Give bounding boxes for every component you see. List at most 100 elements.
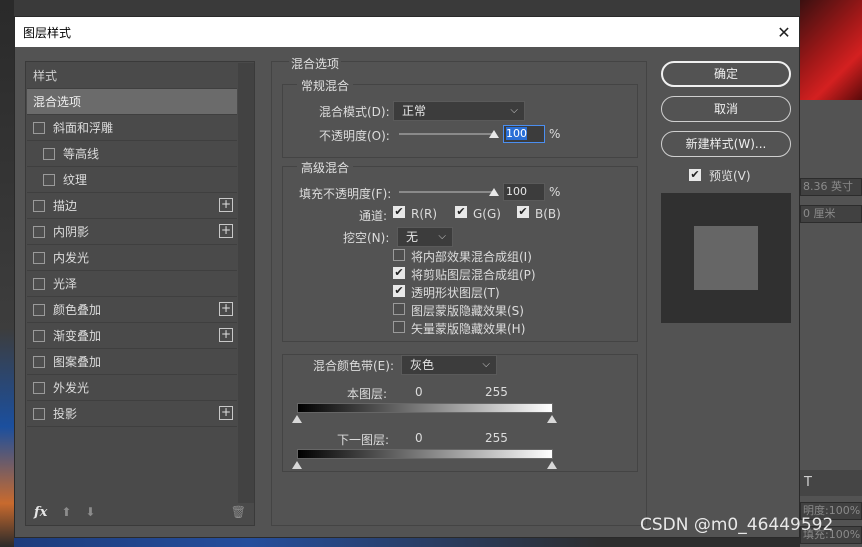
background-image-right [800,0,862,100]
ok-button[interactable]: 确定 [661,61,791,87]
style-item[interactable]: 纹理 [27,167,237,193]
move-down-icon[interactable]: ⬇ [85,505,95,519]
style-item-checkbox[interactable] [43,173,55,186]
preview-label: 预览(V) [709,169,751,183]
advanced-blending-group: 高级混合 填充不透明度(F): 100 % 通道: ✔ R(R) ✔ G(G) … [282,159,638,342]
style-item[interactable]: 光泽 [27,271,237,297]
style-item-label: 内阴影 [53,225,90,239]
watermark: CSDN @m0_46449592 [640,515,834,535]
opacity-unit: % [549,127,561,141]
fill-opacity-slider-track[interactable] [399,191,495,193]
underlying-layer-min: 0 [415,431,423,445]
blend-if-label: 混合颜色带(E): [313,359,394,373]
style-item[interactable]: 外发光 [27,375,237,401]
dialog-titlebar: 图层样式 ✕ [15,17,799,47]
style-item-checkbox[interactable] [33,277,45,290]
style-item-label: 颜色叠加 [53,303,102,317]
opacity-slider-track[interactable] [399,133,495,135]
preview-checkbox[interactable]: ✔ [689,169,701,181]
cancel-button[interactable]: 取消 [661,96,791,122]
style-item-label: 图案叠加 [53,355,102,369]
style-item-checkbox[interactable] [33,407,45,420]
style-item-label: 光泽 [53,277,78,291]
underlying-layer-gradient[interactable] [297,449,553,459]
style-item-label: 渐变叠加 [53,329,102,343]
opacity-slider-thumb[interactable] [489,130,499,138]
add-effect-icon[interactable]: + [219,198,233,212]
blend-mode-label: 混合模式(D): [319,105,390,119]
advanced-option-checkbox[interactable]: ✔ [393,285,405,297]
blend-mode-dropdown[interactable]: 正常 ⌵ [393,101,525,121]
advanced-option-checkbox[interactable] [393,321,405,333]
preview-swatch [694,226,758,290]
advanced-option-checkbox[interactable]: ✔ [393,267,405,279]
style-item-checkbox[interactable] [33,329,45,342]
this-layer-label: 本图层: [347,387,388,401]
chevron-down-icon: ⌵ [438,231,446,242]
add-effect-icon[interactable]: + [219,302,233,316]
style-preview [661,193,791,323]
style-item[interactable]: 投影 + [27,401,237,427]
add-effect-icon[interactable]: + [219,328,233,342]
fx-icon[interactable]: fx [34,505,47,520]
style-item-label: 内发光 [53,251,90,265]
fill-opacity-unit: % [549,185,561,199]
style-item-label: 投影 [53,407,78,421]
opacity-input[interactable]: 100 [503,125,545,143]
style-item[interactable]: 渐变叠加 + [27,323,237,349]
styles-footer: fx ⬆ ⬇ 🗑 [26,499,254,525]
style-item-checkbox[interactable] [33,303,45,316]
add-effect-icon[interactable]: + [219,224,233,238]
advanced-option-label: 图层蒙版隐藏效果(S) [411,304,524,318]
style-item[interactable]: 颜色叠加 + [27,297,237,323]
channel-r-checkbox[interactable]: ✔ [393,206,405,218]
move-up-icon[interactable]: ⬆ [61,505,71,519]
background-width-field[interactable]: 8.36 英寸 [800,178,862,196]
style-item[interactable]: 内阴影 + [27,219,237,245]
channel-g-checkbox[interactable]: ✔ [455,206,467,218]
opacity-label: 不透明度(O): [319,129,390,143]
style-item[interactable]: 等高线 [27,141,237,167]
style-item-checkbox[interactable] [33,225,45,238]
underlying-layer-label: 下一图层: [337,433,390,447]
style-item-checkbox[interactable] [43,147,55,160]
background-height-field[interactable]: 0 厘米 [800,205,862,223]
styles-scrollbar[interactable] [238,63,254,503]
style-item-checkbox[interactable] [33,355,45,368]
background-type-tool-icon[interactable]: T [800,470,862,496]
knockout-dropdown[interactable]: 无 ⌵ [397,227,453,247]
style-item[interactable]: 内发光 [27,245,237,271]
styles-list: 样式 混合选项 斜面和浮雕等高线 纹理 描边 + 内阴影 + 内发光光泽颜色叠加 + 渐变叠加 +… [27,63,237,427]
style-item-label: 外发光 [53,381,90,395]
add-effect-icon[interactable]: + [219,406,233,420]
channel-b-checkbox[interactable]: ✔ [517,206,529,218]
blending-options-item[interactable]: 混合选项 [27,89,237,115]
this-layer-black-slider[interactable] [292,415,302,423]
channel-b-label: B(B) [535,207,561,221]
style-item[interactable]: 斜面和浮雕 [27,115,237,141]
blend-if-dropdown[interactable]: 灰色 ⌵ [401,355,497,375]
style-item-checkbox[interactable] [33,251,45,264]
style-item-checkbox[interactable] [33,121,45,134]
underlying-layer-white-slider[interactable] [547,461,557,469]
style-item[interactable]: 图案叠加 [27,349,237,375]
new-style-button[interactable]: 新建样式(W)... [661,131,791,157]
layer-style-dialog: 图层样式 ✕ 样式 混合选项 斜面和浮雕等高线 纹理 描边 + 内阴影 + 内发光光泽颜色叠… [14,16,800,538]
fill-opacity-label: 填充不透明度(F): [299,187,392,201]
this-layer-gradient[interactable] [297,403,553,413]
styles-header[interactable]: 样式 [27,63,237,89]
advanced-option-checkbox[interactable] [393,303,405,315]
close-icon[interactable]: ✕ [769,23,799,42]
this-layer-white-slider[interactable] [547,415,557,423]
style-item-checkbox[interactable] [33,381,45,394]
style-item[interactable]: 描边 + [27,193,237,219]
advanced-option-label: 将剪贴图层混合成组(P) [411,268,536,282]
underlying-layer-black-slider[interactable] [292,461,302,469]
trash-icon[interactable]: 🗑 [231,505,246,519]
fill-opacity-input[interactable]: 100 [503,183,545,201]
style-item-checkbox[interactable] [33,199,45,212]
knockout-label: 挖空(N): [343,231,390,245]
fill-opacity-slider-thumb[interactable] [489,188,499,196]
advanced-option-checkbox[interactable] [393,249,405,261]
style-item-label: 斜面和浮雕 [53,121,114,135]
